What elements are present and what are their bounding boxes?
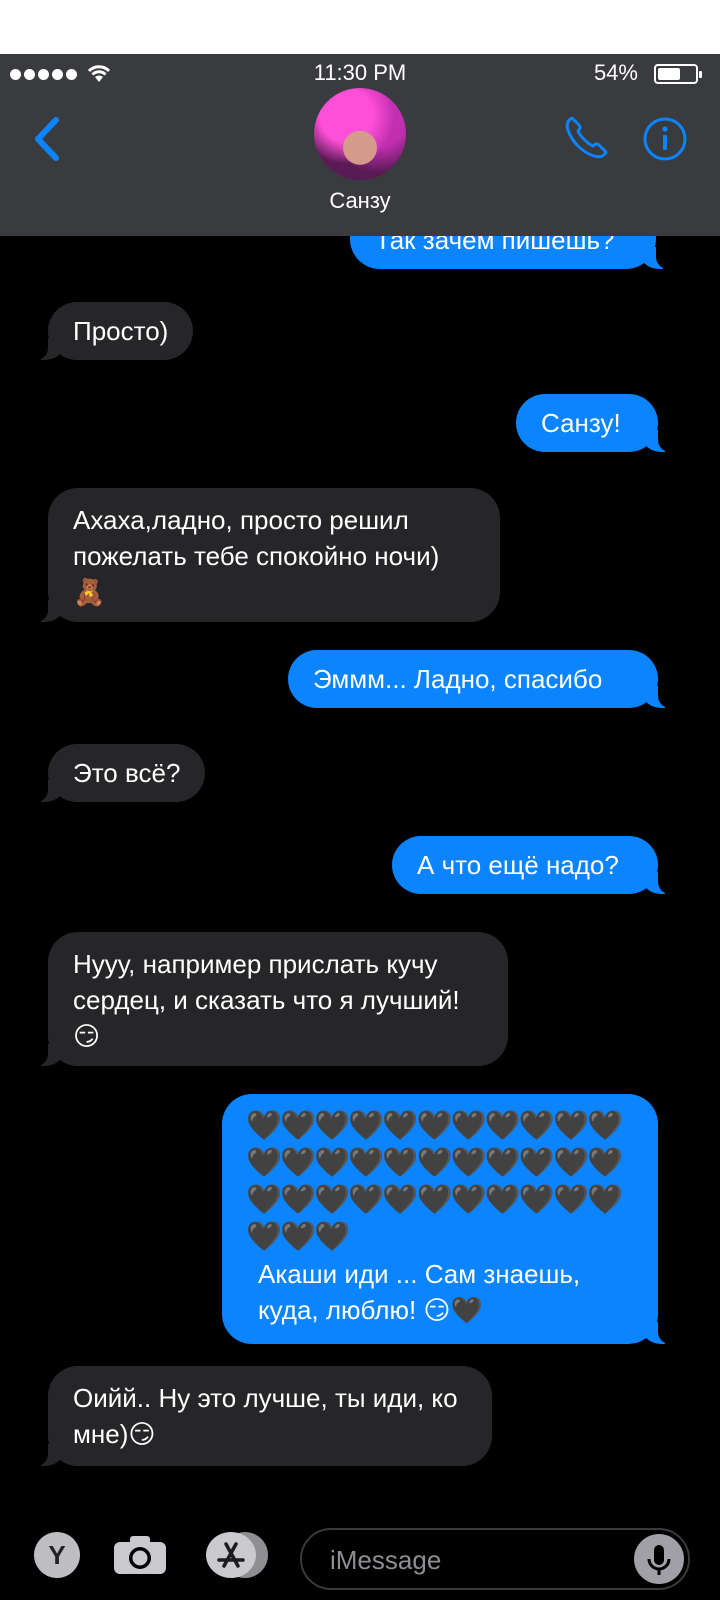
- message-text: Нууу, например прислать кучу сердец, и с…: [73, 949, 460, 1015]
- smirk-emoji: 😏: [73, 1021, 101, 1051]
- message-outgoing[interactable]: Эммм... Ладно, спасибо: [288, 650, 670, 708]
- message-text: А что ещё надо?: [417, 850, 619, 880]
- contact-avatar[interactable]: [314, 88, 406, 180]
- message-incoming[interactable]: Это всё?: [35, 744, 206, 802]
- message-text: Акаши иди ... Сам знаешь, куда, люблю! 😏…: [258, 1259, 581, 1325]
- conversation-header: 11:30 PM 54% Санзу: [0, 54, 720, 236]
- message-incoming[interactable]: Ахаха,ладно, просто решил пожелать тебе …: [36, 488, 500, 622]
- message-incoming[interactable]: Нууу, например прислать кучу сердец, и с…: [36, 932, 508, 1066]
- info-icon[interactable]: [642, 116, 688, 162]
- message-text: Это всё?: [73, 758, 181, 788]
- app-store-icon[interactable]: [206, 1532, 256, 1578]
- message-outgoing[interactable]: А что ещё надо?: [392, 836, 670, 894]
- camera-icon[interactable]: [112, 1534, 168, 1576]
- compose-bar: Y iMessage: [0, 1510, 720, 1600]
- y-app-button[interactable]: Y: [34, 1532, 80, 1578]
- message-outgoing-hearts[interactable]: 🖤🖤🖤🖤🖤🖤🖤🖤🖤🖤🖤🖤🖤🖤🖤🖤🖤🖤🖤🖤🖤🖤🖤🖤🖤🖤🖤🖤🖤🖤🖤🖤🖤🖤🖤🖤 Ака…: [222, 1094, 670, 1344]
- message-text: Санзу!: [541, 408, 621, 438]
- message-incoming[interactable]: Оийй.. Ну это лучше, ты иди, ко мне)😏: [36, 1366, 492, 1466]
- status-bar: 11:30 PM 54%: [0, 54, 720, 92]
- teddy-bear-emoji: 🧸: [73, 577, 106, 607]
- battery-level-fill: [658, 68, 680, 80]
- battery-percent: 54%: [593, 60, 638, 85]
- top-white-strip: [0, 0, 720, 54]
- battery-icon: [654, 64, 702, 84]
- imessage-input[interactable]: iMessage: [300, 1528, 690, 1590]
- message-text: Просто): [73, 316, 169, 346]
- black-hearts-emoji: 🖤🖤🖤🖤🖤🖤🖤🖤🖤🖤🖤🖤🖤🖤🖤🖤🖤🖤🖤🖤🖤🖤🖤🖤🖤🖤🖤🖤🖤🖤🖤🖤🖤🖤🖤🖤: [246, 1110, 623, 1253]
- phone-icon[interactable]: [562, 112, 612, 162]
- message-incoming[interactable]: Просто): [35, 302, 194, 360]
- input-placeholder: iMessage: [330, 1545, 442, 1575]
- message-outgoing[interactable]: Санзу!: [516, 394, 670, 452]
- contact-name[interactable]: Санзу: [0, 188, 720, 214]
- microphone-icon[interactable]: [634, 1534, 684, 1584]
- message-text: Ахаха,ладно, просто решил пожелать тебе …: [73, 505, 440, 571]
- back-chevron-icon[interactable]: [28, 114, 68, 164]
- message-text: Оийй.. Ну это лучше, ты иди, ко мне)😏: [73, 1383, 458, 1449]
- message-text: Эммм... Ладно, спасибо: [313, 664, 603, 694]
